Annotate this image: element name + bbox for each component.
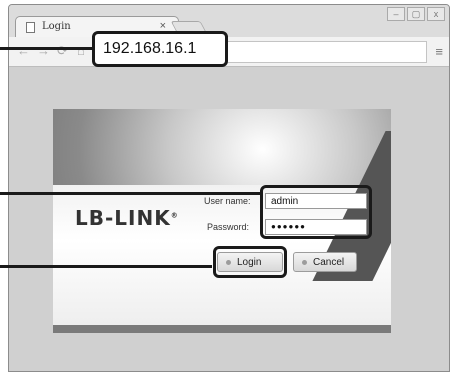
url-callout: 192.168.16.1 xyxy=(92,31,228,67)
page-icon xyxy=(26,22,35,33)
trademark-mark: ® xyxy=(170,211,179,220)
home-icon[interactable]: ⌂ xyxy=(77,43,85,58)
forward-arrow-icon[interactable]: → xyxy=(37,43,50,58)
back-arrow-icon[interactable]: ← xyxy=(17,43,30,58)
title-bar: Login × – ▢ x xyxy=(9,5,449,38)
login-callout-frame xyxy=(213,246,287,278)
minimize-button[interactable]: – xyxy=(387,7,405,21)
panel-footer-bar xyxy=(53,325,391,333)
credentials-leader-line xyxy=(0,192,260,195)
browser-toolbar: ← → ⟳ ⌂ ≡ xyxy=(9,37,449,67)
logo-text: LB-LINK xyxy=(75,206,171,230)
url-leader-line xyxy=(0,47,92,50)
login-panel: LB-LINK® User name: admin Password: ●●●●… xyxy=(53,109,391,333)
tab-title: Login xyxy=(42,21,71,32)
maximize-button[interactable]: ▢ xyxy=(407,7,425,21)
username-label: User name: xyxy=(204,196,251,206)
cancel-button-label: Cancel xyxy=(313,256,345,268)
browser-window: Login × – ▢ x ← → ⟳ ⌂ ≡ LB-LINK® User na… xyxy=(8,4,450,372)
credentials-callout-frame xyxy=(260,185,372,239)
bullet-icon xyxy=(302,259,307,265)
url-text: 192.168.16.1 xyxy=(103,40,197,57)
reload-icon[interactable]: ⟳ xyxy=(57,43,68,59)
password-label: Password: xyxy=(207,222,250,232)
brand-logo: LB-LINK® xyxy=(75,206,179,230)
close-button[interactable]: x xyxy=(427,7,445,21)
login-leader-line xyxy=(0,265,212,268)
cancel-button[interactable]: Cancel xyxy=(293,252,357,272)
menu-icon[interactable]: ≡ xyxy=(435,44,443,59)
window-controls: – ▢ x xyxy=(387,7,445,21)
